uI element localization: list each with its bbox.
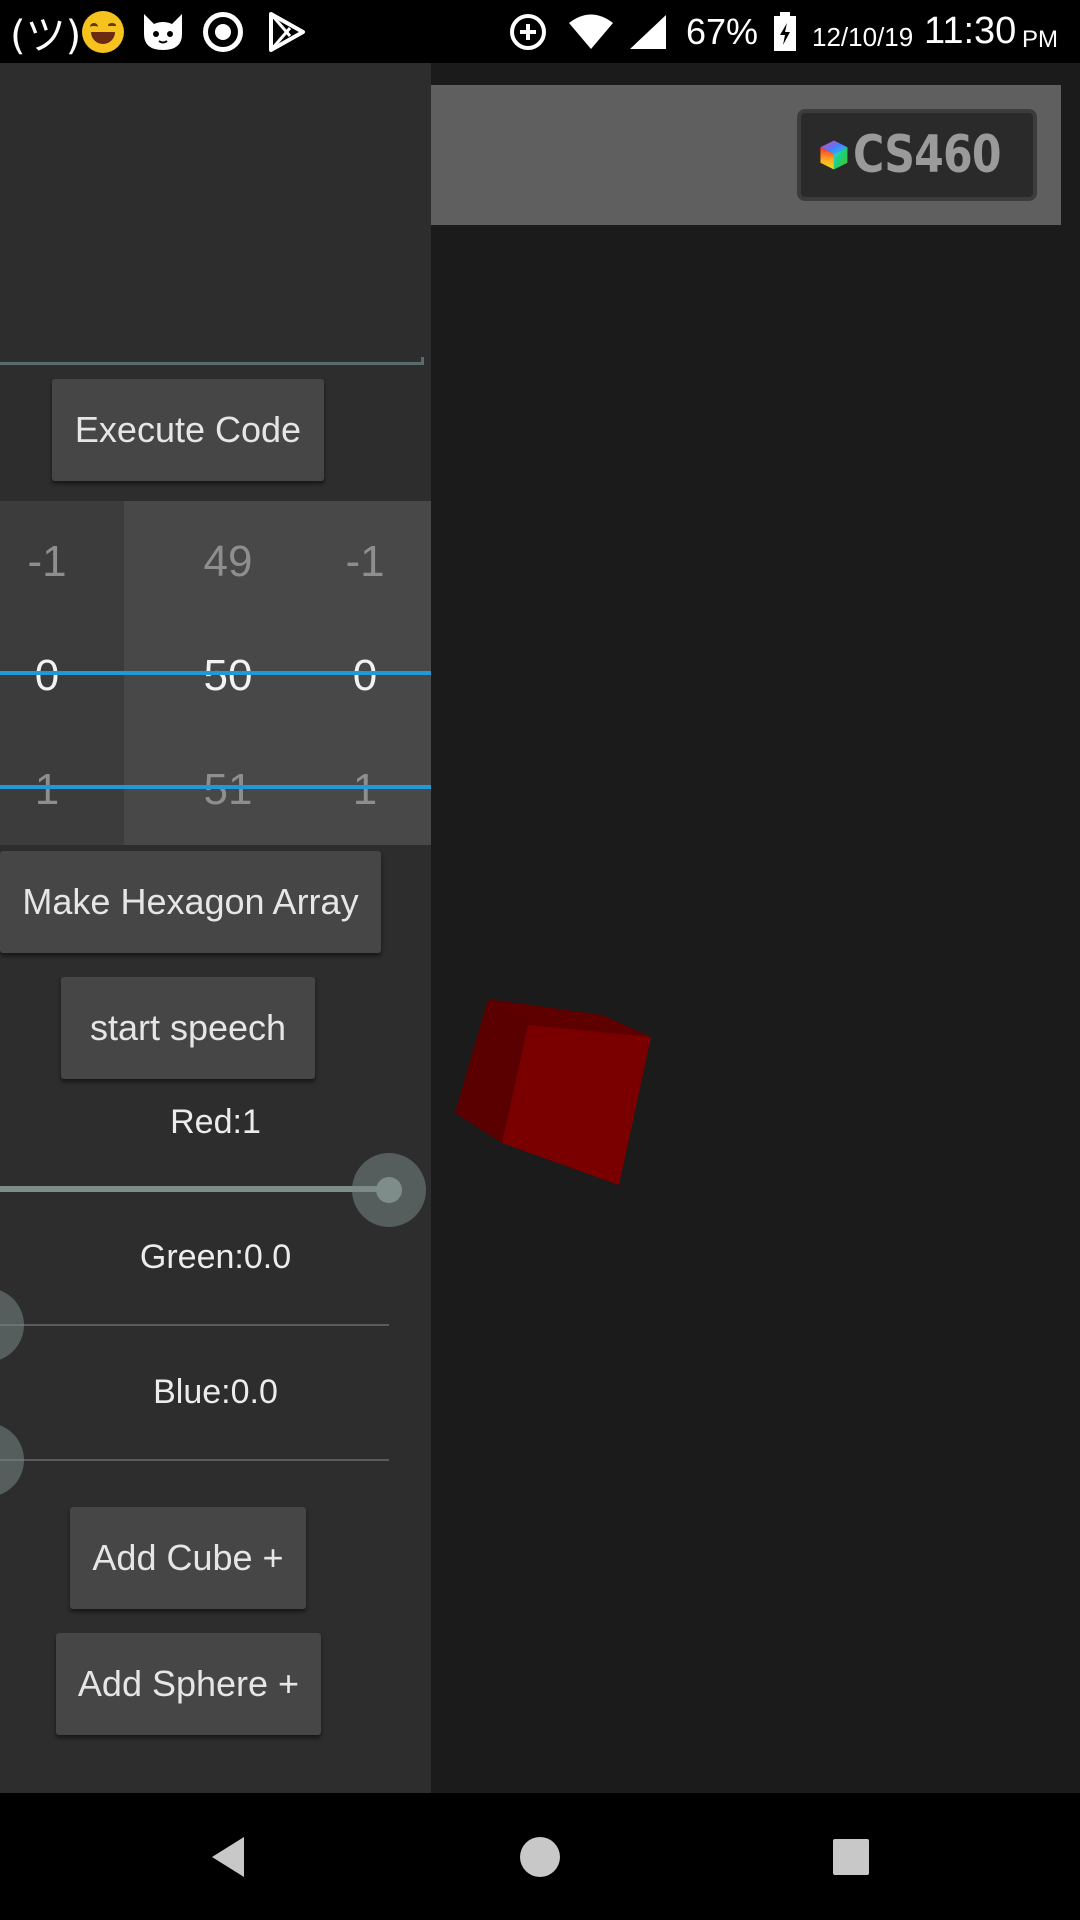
picker-left-current: 0 [34,651,60,700]
start-speech-button[interactable]: start speech [61,977,315,1079]
play-store-icon [268,0,306,63]
status-ampm: PM [1022,25,1058,53]
back-icon[interactable] [168,1793,288,1920]
red-cube[interactable] [455,993,685,1198]
picker-middle-next: 51 [203,765,253,814]
make-hexagon-array-button[interactable]: Make Hexagon Array [0,851,381,953]
picker-middle-prev: 49 [203,537,253,586]
battery-charging-icon [772,0,798,63]
picker-left-next: 1 [34,765,60,814]
red-slider-label: Red:1 [170,1103,261,1141]
cs460-logo: CS460 [797,109,1037,201]
battery-percent: 67% [686,10,759,52]
execute-code-button[interactable]: Execute Code [52,379,324,481]
picker-divider-top [0,671,431,675]
grinning-emoji-icon [82,0,124,63]
number-pickers: -1 0 1 49 50 51 -1 0 1 [0,501,431,845]
picker-right-prev: -1 [345,537,385,586]
status-time: 11:30 [924,10,1017,52]
rgb-cube-icon [820,140,848,170]
picker-middle-current: 50 [203,651,253,700]
picker-right-current: 0 [352,651,378,700]
app-header: CS460 [431,85,1061,225]
side-drawer: Execute Code -1 0 1 49 50 51 -1 0 1 Make… [0,63,431,1793]
gl-scene-view[interactable]: CS460 [431,63,1080,1793]
code-input-field[interactable] [0,357,424,365]
recents-icon[interactable] [791,1793,911,1920]
blue-slider-label: Blue:0.0 [153,1373,278,1411]
data-saver-icon [508,0,548,63]
cat-icon [140,0,186,63]
add-sphere-button[interactable]: Add Sphere + [56,1633,321,1735]
home-icon[interactable] [480,1793,600,1920]
app-content: CS460 Execute Code -1 0 1 49 50 51 -1 0 [0,63,1080,1793]
kaomoji-notification: (ツ) [10,12,82,59]
add-cube-button[interactable]: Add Cube + [70,1507,306,1609]
status-bar: (ツ) 67% 12/10/19 11:30 PM [0,0,1080,63]
picker-right-next: 1 [352,765,378,814]
wifi-icon [568,0,614,63]
navigation-bar [0,1793,1080,1920]
record-icon [203,0,243,63]
picker-divider-bottom [0,785,431,789]
blue-slider-thumb[interactable] [0,1423,24,1497]
picker-left-prev: -1 [27,537,67,586]
red-slider-thumb[interactable] [352,1153,426,1227]
green-slider-thumb[interactable] [0,1288,24,1362]
green-slider-label: Green:0.0 [139,1238,292,1276]
logo-text: CS460 [852,125,1002,185]
cell-signal-icon [628,0,668,63]
status-date: 12/10/19 [812,22,914,52]
